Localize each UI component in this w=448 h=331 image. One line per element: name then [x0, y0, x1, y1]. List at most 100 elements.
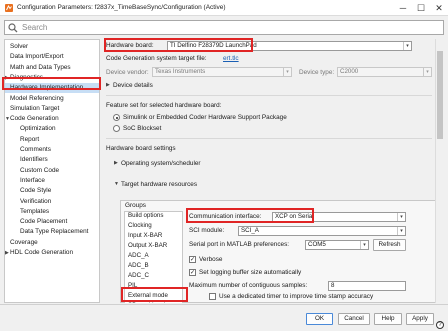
sidebar-item-label: Code Generation [10, 115, 59, 123]
sidebar-item-label: Report [20, 135, 40, 143]
sidebar-item-solver[interactable]: Solver [10, 42, 28, 52]
sidebar-item-identifiers[interactable]: Identifiers [20, 155, 48, 165]
radio-soc-blockset[interactable] [113, 125, 120, 132]
sidebar-item-label: Simulation Target [10, 104, 60, 112]
question-icon[interactable]: ? [436, 321, 444, 329]
sidebar-item-data-type-replacement[interactable]: Data Type Replacement [20, 227, 88, 237]
chevron-down-icon: ▾ [397, 213, 405, 221]
target-resources-expander-icon[interactable]: ▼ [114, 181, 119, 187]
group-item-build-options[interactable]: Build options [125, 212, 182, 221]
radio-simulink-support[interactable] [113, 114, 120, 121]
apply-button[interactable]: Apply [406, 313, 434, 325]
sidebar-item-label: Solver [10, 43, 29, 50]
search-box[interactable]: Search [4, 20, 444, 35]
sidebar-item-diagnostics[interactable]: Diagnostics [10, 73, 43, 83]
codegen-file-link[interactable]: ert.tlc [223, 55, 239, 62]
sidebar-item-label: Identifiers [20, 156, 48, 164]
radio-simulink-label: Simulink or Embedded Coder Hardware Supp… [123, 114, 287, 121]
sidebar-item-math-and-data-types[interactable]: Math and Data Types [10, 63, 71, 73]
sidebar-item-model-referencing[interactable]: Model Referencing [10, 94, 64, 104]
serial-port-label: Serial port in MATLAB preferences: [189, 241, 290, 248]
sidebar-item-hdl-code-generation[interactable]: HDL Code Generation [10, 248, 73, 258]
sidebar-item-label: Math and Data Types [10, 63, 71, 71]
sidebar-item-label: HDL Code Generation [10, 249, 73, 256]
device-type-label: Device type: [299, 69, 335, 76]
set-logging-label: Set logging buffer size automatically [199, 269, 302, 276]
group-item-clocking[interactable]: Clocking [125, 221, 182, 231]
max-samples-input[interactable]: 8 [328, 281, 406, 291]
comm-interface-dropdown[interactable]: XCP on Serial ▾ [272, 212, 406, 222]
group-item-sd-card-logging[interactable]: SD card logging [125, 301, 182, 303]
device-details-section[interactable]: Device details [113, 82, 153, 89]
sidebar-item-label: Coverage [10, 238, 38, 246]
device-type-dropdown: C2000 ▾ [337, 67, 432, 77]
device-type-value: C2000 [340, 68, 359, 75]
refresh-button[interactable]: Refresh [373, 239, 406, 251]
group-item-pil[interactable]: PIL [125, 281, 182, 291]
sci-module-dropdown[interactable]: SCI_A ▾ [238, 226, 406, 236]
sidebar-item-interface[interactable]: Interface [20, 176, 45, 186]
sidebar-item-label: Custom Code [20, 166, 60, 174]
serial-port-dropdown[interactable]: COM5 ▾ [305, 240, 369, 250]
sidebar-item-code-generation[interactable]: Code Generation [10, 114, 59, 124]
expand-arrow-icon[interactable]: ▶ [5, 250, 9, 256]
sidebar-item-simulation-target[interactable]: Simulation Target [10, 104, 59, 114]
collapse-arrow-icon[interactable]: ▼ [5, 116, 10, 122]
group-item-adc-b[interactable]: ADC_B [125, 261, 182, 271]
group-item-output-x-bar[interactable]: Output X-BAR [125, 241, 182, 251]
expand-arrow-icon[interactable]: ▶ [5, 75, 9, 81]
sidebar-item-templates[interactable]: Templates [20, 207, 49, 217]
cancel-button[interactable]: Cancel [338, 313, 370, 325]
sidebar-item-label: Diagnostics [10, 73, 44, 81]
close-button[interactable]: ✕ [430, 0, 448, 16]
verbose-checkbox[interactable]: ✓ [189, 256, 196, 263]
minimize-button[interactable]: ─ [394, 0, 412, 16]
chevron-down-icon: ▾ [397, 227, 405, 235]
sidebar-item-coverage[interactable]: Coverage [10, 238, 38, 248]
hardware-board-dropdown[interactable]: TI Delfino F28379D LaunchPad ▾ [167, 41, 412, 51]
group-item-adc-a[interactable]: ADC_A [125, 251, 182, 261]
hw-settings-label: Hardware board settings [106, 145, 176, 152]
dedicated-timer-checkbox[interactable] [209, 293, 216, 300]
sidebar-item-verification[interactable]: Verification [20, 197, 51, 207]
search-icon [8, 23, 18, 33]
comm-interface-value: XCP on Serial [275, 213, 314, 220]
ok-button[interactable]: OK [306, 313, 333, 325]
category-tree[interactable]: Solver Data Import/Export Math and Data Ty… [4, 39, 100, 303]
sidebar-item-comments[interactable]: Comments [20, 145, 51, 155]
title-bar: Configuration Parameters: f2837x_TimeBas… [0, 0, 448, 16]
help-button[interactable]: Help [374, 313, 402, 325]
device-details-expander-icon[interactable]: ▶ [106, 82, 110, 88]
set-logging-checkbox[interactable]: ✓ [189, 269, 196, 276]
feature-set-label: Feature set for selected hardware board: [106, 102, 222, 109]
hardware-board-label: Hardware board: [106, 42, 154, 49]
hardware-board-value: TI Delfino F28379D LaunchPad [170, 42, 257, 49]
sidebar-item-custom-code[interactable]: Custom Code [20, 166, 59, 176]
sidebar-item-code-style[interactable]: Code Style [20, 186, 51, 196]
group-item-external-mode[interactable]: External mode [125, 291, 182, 301]
os-scheduler-expander-icon[interactable]: ▶ [114, 160, 118, 166]
dedicated-timer-label: Use a dedicated timer to improve time st… [219, 293, 374, 300]
group-item-adc-c[interactable]: ADC_C [125, 271, 182, 281]
maximize-button[interactable]: ☐ [412, 0, 430, 16]
sidebar-item-code-placement[interactable]: Code Placement [20, 217, 67, 227]
sidebar-item-data-import-export[interactable]: Data Import/Export [10, 52, 64, 62]
dialog-button-bar: OK Cancel Help Apply [0, 304, 448, 331]
os-scheduler-section[interactable]: Operating system/scheduler [121, 160, 201, 167]
sidebar-item-label: Interface [20, 176, 45, 184]
vertical-scrollbar[interactable] [435, 39, 444, 303]
sidebar-item-label: Comments [20, 146, 51, 153]
groups-list[interactable]: Build options Clocking Input X-BAR Output X… [124, 211, 183, 303]
groups-label: Groups [125, 202, 146, 209]
sidebar-item-label: Model Referencing [10, 94, 64, 102]
sidebar-item-optimization[interactable]: Optimization [20, 124, 56, 134]
target-resources-section[interactable]: Target hardware resources [121, 181, 197, 188]
codegen-file-label: Code Generation system target file: [106, 55, 207, 62]
chevron-down-icon: ▾ [423, 68, 431, 76]
sidebar-item-report[interactable]: Report [20, 135, 39, 145]
verbose-label: Verbose [199, 256, 223, 263]
window-title: Configuration Parameters: f2837x_TimeBas… [17, 4, 226, 11]
group-item-input-x-bar[interactable]: Input X-BAR [125, 231, 182, 241]
sidebar-item-hardware-implementation[interactable]: Hardware Implementation [5, 83, 99, 94]
scrollbar-thumb[interactable] [437, 51, 443, 139]
